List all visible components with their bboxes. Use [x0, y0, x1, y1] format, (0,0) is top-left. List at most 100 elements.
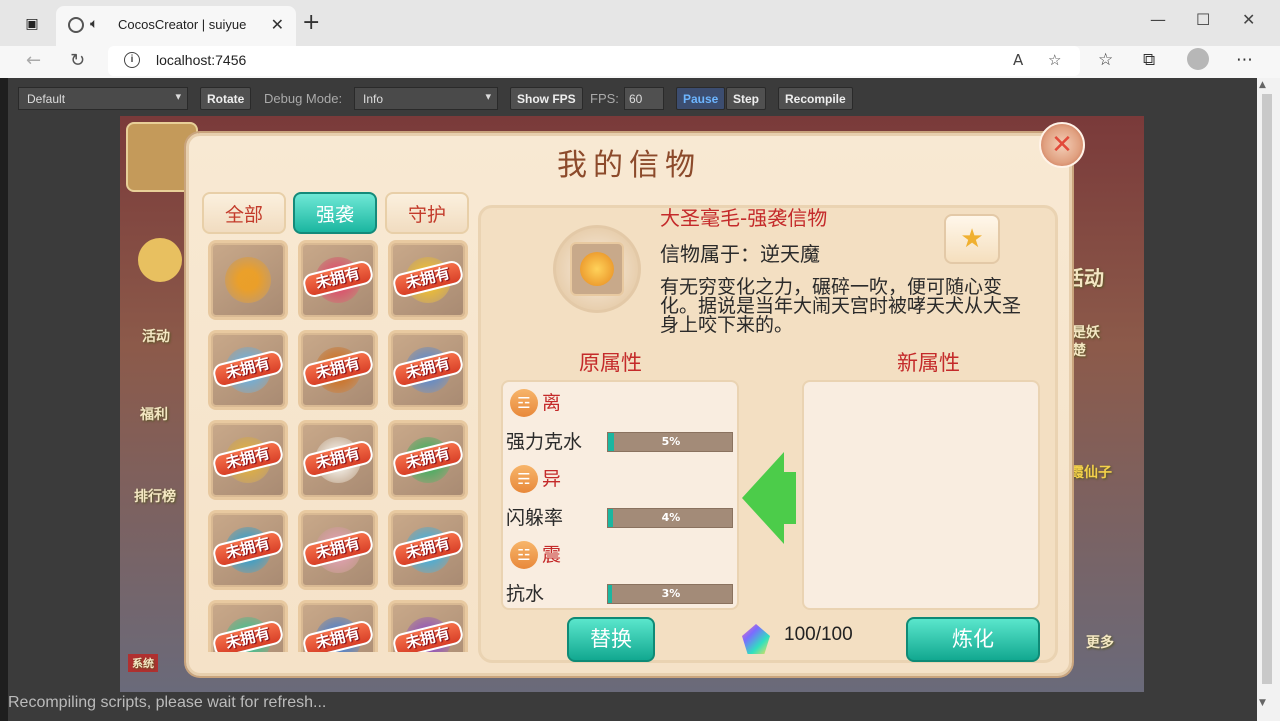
item-slot[interactable]: 未拥有 [388, 510, 468, 590]
feather-icon [580, 252, 614, 286]
tab-assault[interactable]: 强袭 [293, 192, 377, 234]
device-select-value: Default [27, 92, 66, 106]
rotate-button[interactable]: Rotate [200, 87, 252, 110]
window-close-icon[interactable]: ✕ [1242, 10, 1255, 29]
bg-label-welfare[interactable]: 福利 [140, 404, 168, 424]
attribute-bar: 3% [607, 584, 733, 604]
trigram-icon: ☳ [510, 541, 538, 569]
attribute-name: 强力克水 [506, 431, 583, 453]
back-icon[interactable]: ← [26, 50, 41, 71]
gem-count: 100/100 [784, 624, 853, 645]
attribute-value: 4% [661, 511, 681, 524]
trigram-name: 离 [542, 392, 562, 414]
trigram-name: 震 [542, 544, 562, 566]
fps-label: FPS: [590, 91, 619, 106]
tab-all[interactable]: 全部 [202, 192, 286, 234]
refresh-icon[interactable]: ↻ [70, 50, 85, 71]
bg-label-right-2: 楚 [1072, 343, 1086, 359]
item-description: 有无穷变化之力，碾碎一吹，便可随心变化。据说是当年大闹天宫时被哮天犬从大圣身上咬… [660, 276, 1022, 336]
item-slot[interactable]: 未拥有 [298, 330, 378, 410]
new-attributes-title: 新属性 [897, 351, 960, 375]
speaker-icon[interactable]: 🔈︎ [90, 16, 98, 32]
collections-icon[interactable]: ⧉ [1143, 50, 1155, 70]
chevron-down-icon: ▾ [175, 91, 181, 103]
scroll-down-icon[interactable]: ▼ [1259, 698, 1266, 708]
expand-icon[interactable] [138, 238, 182, 282]
debug-mode-label: Debug Mode: [264, 91, 343, 106]
bg-label-right-3: 霞仙子 [1070, 465, 1112, 481]
attribute-name: 抗水 [506, 583, 545, 605]
device-select[interactable]: Default ▾ [18, 87, 188, 110]
transfer-arrow-icon [742, 452, 784, 544]
item-slot[interactable]: 未拥有 [298, 240, 378, 320]
dialog-close-button[interactable]: ✕ [1039, 122, 1085, 168]
trigram-icon: ☲ [510, 389, 538, 417]
selected-item-frame [570, 242, 624, 296]
browser-tab[interactable]: 🔈︎ CocosCreator | suiyue ✕ [56, 6, 296, 46]
attribute-value: 3% [661, 587, 681, 600]
scroll-up-icon[interactable]: ▲ [1259, 80, 1266, 90]
item-slot[interactable]: 未拥有 [388, 600, 468, 652]
item-slot[interactable]: 未拥有 [298, 510, 378, 590]
maximize-icon[interactable]: ☐ [1196, 10, 1210, 29]
item-slot[interactable]: 未拥有 [208, 330, 288, 410]
selected-item-emblem [553, 225, 641, 313]
read-aloud-icon[interactable]: A [1013, 51, 1023, 69]
bg-label-system[interactable]: 系统 [128, 654, 158, 672]
bg-label-right-1: 是妖 [1072, 325, 1100, 341]
transfer-arrow-tail [782, 472, 796, 524]
tab-guard[interactable]: 守护 [385, 192, 469, 234]
item-slot[interactable]: 未拥有 [388, 330, 468, 410]
profile-avatar[interactable] [1187, 48, 1209, 70]
info-icon[interactable]: i [124, 52, 140, 68]
url-field[interactable]: i localhost:7456 A ☆ [108, 46, 1080, 76]
bg-label-activity[interactable]: 活动 [142, 326, 170, 346]
replace-button[interactable]: 替换 [567, 617, 655, 662]
minimize-icon[interactable]: — [1150, 10, 1166, 29]
bg-label-ranking[interactable]: 排行榜 [134, 486, 176, 506]
show-fps-button[interactable]: Show FPS [510, 87, 583, 110]
fps-input[interactable]: 60 [624, 87, 664, 110]
item-slot[interactable]: 未拥有 [208, 600, 288, 652]
favorites-icon[interactable]: ☆ [1098, 50, 1113, 70]
item-owner: 信物属于：逆天魔 [660, 242, 820, 266]
attribute-bar: 4% [607, 508, 733, 528]
original-attributes-title: 原属性 [579, 351, 642, 375]
left-panel-edge [0, 78, 8, 721]
more-menu-icon[interactable]: ⋯ [1236, 50, 1253, 70]
add-favorite-icon[interactable]: ☆ [1048, 51, 1061, 69]
address-bar-row: ← ↻ i localhost:7456 A ☆ ☆ ⧉ ⋯ [0, 46, 1280, 78]
attribute-bar: 5% [607, 432, 733, 452]
close-tab-icon[interactable]: ✕ [271, 15, 284, 34]
item-slot[interactable]: 未拥有 [388, 240, 468, 320]
item-slot[interactable]: 未拥有 [208, 510, 288, 590]
item-slot[interactable]: 未拥有 [298, 600, 378, 652]
browser-titlebar: ▣ 🔈︎ CocosCreator | suiyue ✕ + — ☐ ✕ [0, 0, 1280, 46]
trigram-name: 异 [542, 468, 562, 490]
item-slot[interactable]: 未拥有 [298, 420, 378, 500]
step-button[interactable]: Step [726, 87, 767, 110]
scrollbar-thumb[interactable] [1262, 94, 1272, 684]
tab-actions-icon[interactable]: ▣ [22, 14, 42, 34]
new-attributes-box [802, 380, 1040, 610]
item-slot[interactable]: 未拥有 [388, 420, 468, 500]
item-name: 大圣毫毛-强袭信物 [660, 206, 828, 230]
dialog-title: 我的信物 [557, 148, 701, 183]
item-slot[interactable] [208, 240, 288, 320]
attribute-value: 5% [661, 435, 681, 448]
new-tab-icon[interactable]: + [302, 12, 320, 34]
refine-button[interactable]: 炼化 [906, 617, 1040, 662]
star-button[interactable]: ★ [944, 214, 1000, 264]
debug-mode-select[interactable]: Info ▾ [354, 87, 498, 110]
item-slot[interactable]: 未拥有 [208, 420, 288, 500]
cocos-favicon-icon [68, 17, 84, 33]
item-grid: 未拥有 未拥有 未拥有 未拥有 未拥有 未拥有 未拥有 未拥有 未拥有 未拥有 未拥有 未拥有 未拥有未… [206, 238, 470, 652]
chevron-down-icon: ▾ [485, 91, 491, 103]
url-text[interactable]: localhost:7456 [156, 52, 246, 68]
star-icon: ★ [960, 224, 984, 254]
pause-button[interactable]: Pause [676, 87, 726, 110]
cocos-preview-toolbar: Default ▾ Rotate Debug Mode: Info ▾ Show… [8, 78, 1257, 118]
tab-title: CocosCreator | suiyue [118, 17, 247, 32]
bg-label-more[interactable]: 更多 [1086, 632, 1114, 652]
recompile-button[interactable]: Recompile [778, 87, 853, 110]
